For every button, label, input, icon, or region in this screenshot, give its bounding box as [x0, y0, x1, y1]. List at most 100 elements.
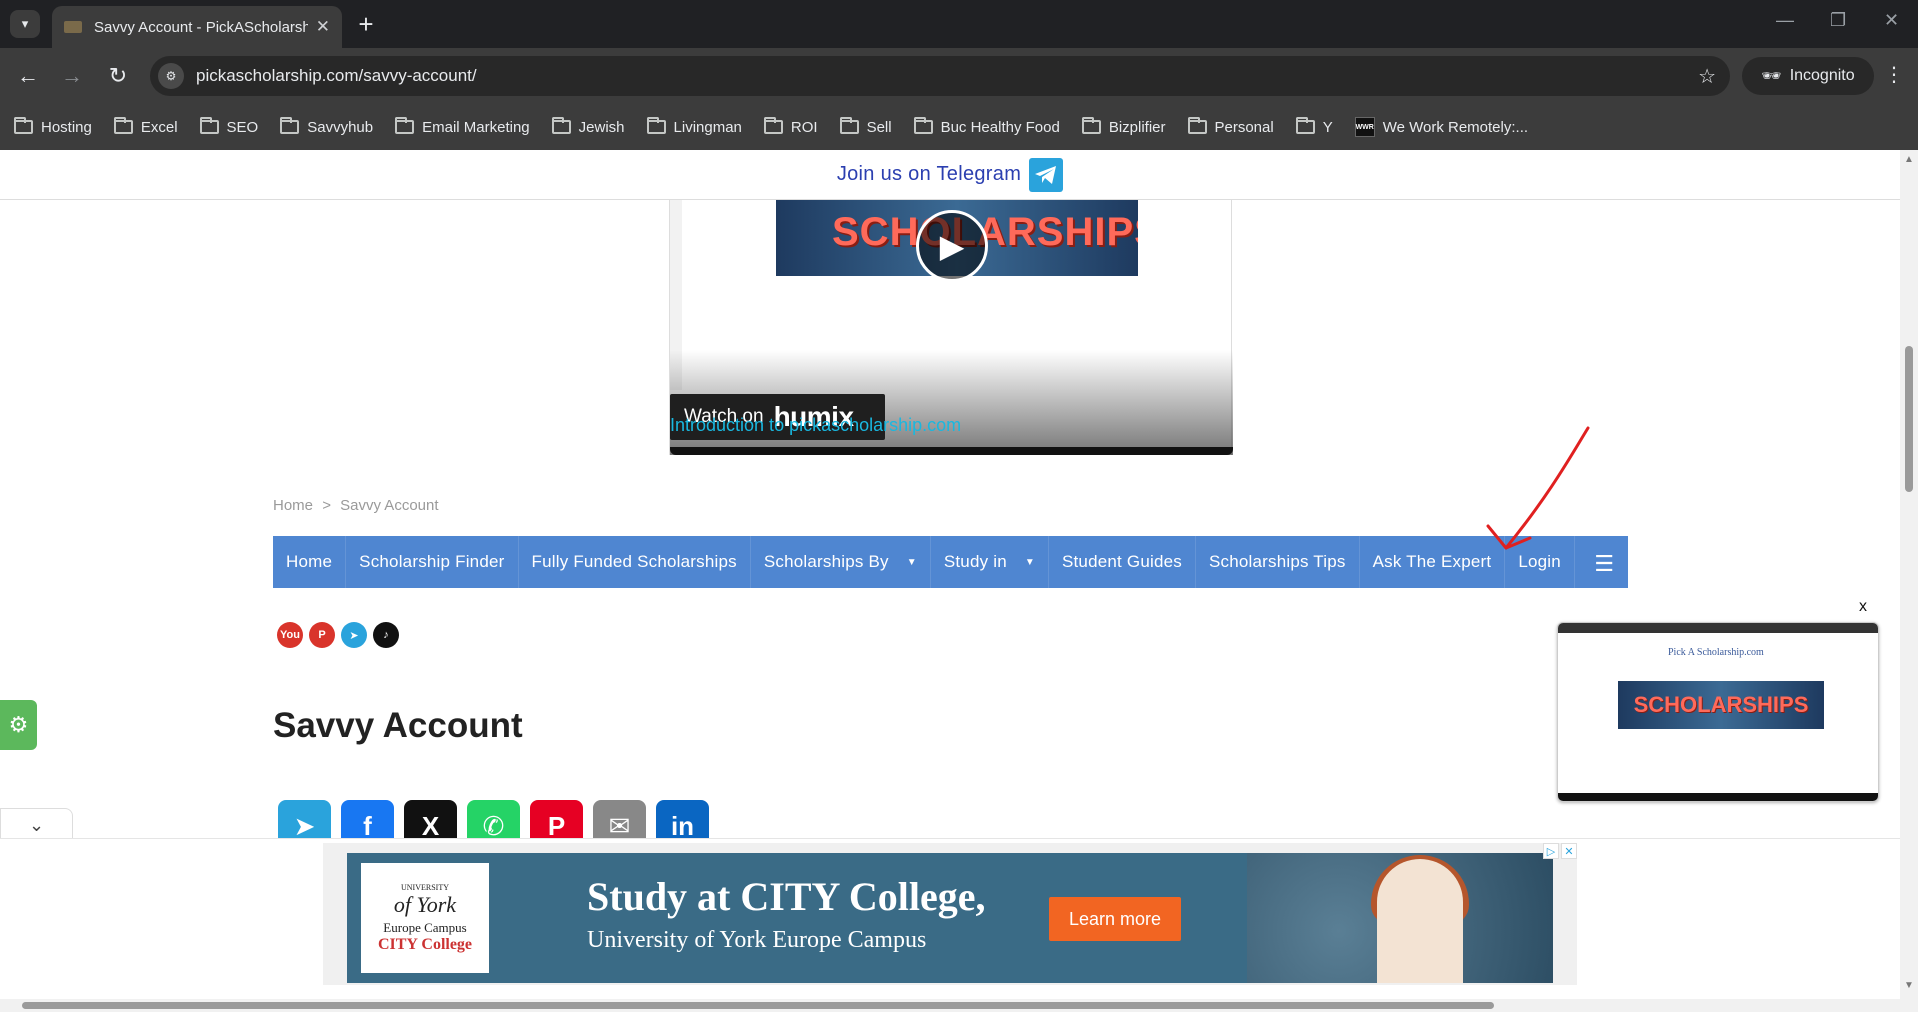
bookmark-email-marketing[interactable]: Email Marketing [395, 117, 530, 136]
bookmark-label: Buc Healthy Food [940, 118, 1060, 136]
tab-title: Savvy Account - PickAScholarsh [94, 18, 308, 36]
nav-item-scholarship-finder[interactable]: Scholarship Finder [346, 536, 519, 588]
incognito-icon: 🕶 [1761, 68, 1782, 85]
scroll-down-icon[interactable]: ▼ [1904, 980, 1914, 991]
folder-icon [199, 117, 219, 134]
bookmark-excel[interactable]: Excel [113, 117, 178, 136]
ad-creative[interactable]: UNIVERSITY of York Europe Campus CITY Co… [347, 853, 1553, 983]
mini-video-close-button[interactable]: x [1859, 598, 1867, 616]
telegram-icon[interactable]: ➤ [341, 622, 367, 648]
gear-icon[interactable]: ⚙ [0, 700, 37, 750]
browser-tab-active[interactable]: Savvy Account - PickAScholarsh ✕ [52, 6, 342, 48]
mini-video-site-name: Pick A Scholarship.com [1668, 647, 1764, 658]
nav-item-scholarships-by[interactable]: Scholarships By ▼ [751, 536, 931, 588]
wwr-favicon-icon: WWR [1354, 117, 1375, 137]
reload-icon[interactable]: ↻ [104, 62, 132, 90]
bookmark-seo[interactable]: SEO [199, 117, 258, 136]
telegram-banner[interactable]: Join us on Telegram [0, 150, 1900, 200]
folder-icon [1081, 117, 1101, 134]
bookmark-roi[interactable]: ROI [763, 117, 818, 136]
vertical-scroll-thumb[interactable] [1905, 346, 1913, 492]
restore-icon[interactable]: ❐ [1830, 10, 1846, 31]
hamburger-menu-icon[interactable]: ☰ [1594, 551, 1614, 577]
bookmark-label: Savvyhub [307, 118, 374, 136]
bookmark-we-work-remotely[interactable]: WWR We Work Remotely:... [1354, 117, 1529, 137]
browser-tabstrip: ▾ Savvy Account - PickAScholarsh ✕ + — ❐… [0, 0, 1918, 48]
folder-icon [1295, 117, 1315, 134]
bookmark-label: Hosting [41, 118, 92, 136]
address-bar[interactable]: ⚙ pickascholarship.com/savvy-account/ ☆ [150, 56, 1730, 96]
bookmark-jewish[interactable]: Jewish [551, 117, 625, 136]
bookmark-label: We Work Remotely:... [1382, 118, 1529, 136]
folder-icon [1187, 117, 1207, 134]
mini-video-browser-bar [1558, 623, 1878, 633]
main-navigation: Home Scholarship Finder Fully Funded Schol… [273, 536, 1628, 588]
breadcrumb-current: Savvy Account [340, 497, 439, 514]
advertisement-banner[interactable]: UNIVERSITY of York Europe Campus CITY Co… [323, 843, 1577, 985]
bookmark-sell[interactable]: Sell [839, 117, 892, 136]
scroll-up-icon[interactable]: ▲ [1904, 154, 1914, 165]
bookmark-livingman[interactable]: Livingman [646, 117, 742, 136]
telegram-banner-text[interactable]: Join us on Telegram [837, 163, 1021, 186]
bookmark-hosting[interactable]: Hosting [14, 117, 92, 136]
ad-headline: Study at CITY College, [587, 874, 986, 919]
tiktok-icon[interactable]: ♪ [373, 622, 399, 648]
nav-item-study-in[interactable]: Study in ▼ [931, 536, 1049, 588]
breadcrumb-home[interactable]: Home [273, 497, 313, 514]
nav-item-label: Scholarships By [763, 552, 889, 571]
new-tab-button[interactable]: + [352, 10, 380, 38]
nav-item-student-guides[interactable]: Student Guides [1049, 536, 1196, 588]
nav-item-label: Scholarships Tips [1208, 552, 1346, 571]
video-bottom-bar [670, 447, 1233, 455]
minimize-icon[interactable]: — [1776, 10, 1794, 31]
bookmark-buc-healthy-food[interactable]: Buc Healthy Food [913, 117, 1060, 136]
mini-video-bottom-bar [1558, 793, 1878, 801]
url-text[interactable]: pickascholarship.com/savvy-account/ [196, 66, 1698, 86]
ad-learn-more-button[interactable]: Learn more [1049, 897, 1181, 941]
horizontal-scrollbar[interactable] [0, 999, 1900, 1012]
horizontal-scroll-thumb[interactable] [22, 1002, 1494, 1009]
chevron-down-icon[interactable]: ⌄ [0, 808, 73, 842]
ad-choices: ▷ ✕ [1543, 843, 1577, 859]
tab-search-chevron-icon[interactable]: ▾ [10, 10, 40, 38]
nav-item-fully-funded-scholarships[interactable]: Fully Funded Scholarships [519, 536, 751, 588]
site-favicon-icon [64, 21, 82, 33]
incognito-label: Incognito [1789, 67, 1855, 84]
folder-icon [839, 117, 859, 134]
site-info-icon[interactable]: ⚙ [158, 63, 184, 89]
nav-item-label: Login [1518, 552, 1561, 571]
back-arrow-icon[interactable]: ← [14, 62, 42, 90]
bookmark-savvyhub[interactable]: Savvyhub [280, 117, 374, 136]
intro-video-link[interactable]: Introduction to pickascholarship.com [670, 415, 961, 436]
bookmark-bizplifier[interactable]: Bizplifier [1081, 117, 1166, 136]
ad-close-icon[interactable]: ✕ [1561, 843, 1577, 859]
pinterest-icon[interactable]: P [309, 622, 335, 648]
floating-mini-video[interactable]: Pick A Scholarship.com SCHOLARSHIPS [1557, 622, 1879, 802]
nav-item-label: Scholarship Finder [359, 552, 505, 571]
forward-arrow-icon[interactable]: → [58, 62, 86, 90]
bookmark-personal[interactable]: Personal [1187, 117, 1274, 136]
tab-close-icon[interactable]: ✕ [316, 17, 330, 37]
caret-down-icon[interactable]: ▼ [1025, 557, 1035, 568]
browser-menu-icon[interactable]: ⋮ [1884, 62, 1904, 87]
adchoices-icon[interactable]: ▷ [1543, 843, 1559, 859]
nav-item-scholarships-tips[interactable]: Scholarships Tips [1196, 536, 1360, 588]
vertical-scrollbar[interactable]: ▲ ▼ [1900, 150, 1918, 1012]
youtube-icon[interactable]: You [277, 622, 303, 648]
nav-item-label: Home [286, 552, 333, 571]
bookmark-star-icon[interactable]: ☆ [1698, 64, 1716, 89]
play-icon[interactable]: ▶ [916, 210, 988, 282]
incognito-badge[interactable]: 🕶 Incognito [1742, 57, 1874, 95]
ad-person [1377, 859, 1463, 983]
folder-icon [551, 117, 571, 134]
breadcrumb-separator: > [322, 497, 331, 514]
logo-campus-text: Europe Campus [383, 919, 467, 935]
nav-item-home[interactable]: Home [273, 536, 347, 588]
caret-down-icon[interactable]: ▼ [907, 557, 917, 568]
bookmark-label: Personal [1214, 118, 1274, 136]
close-window-icon[interactable]: ✕ [1884, 10, 1899, 31]
folder-icon [646, 117, 666, 134]
bookmark-y[interactable]: Y [1295, 117, 1333, 136]
bookmark-label: Jewish [578, 118, 625, 136]
telegram-logo-icon[interactable] [1029, 157, 1064, 192]
